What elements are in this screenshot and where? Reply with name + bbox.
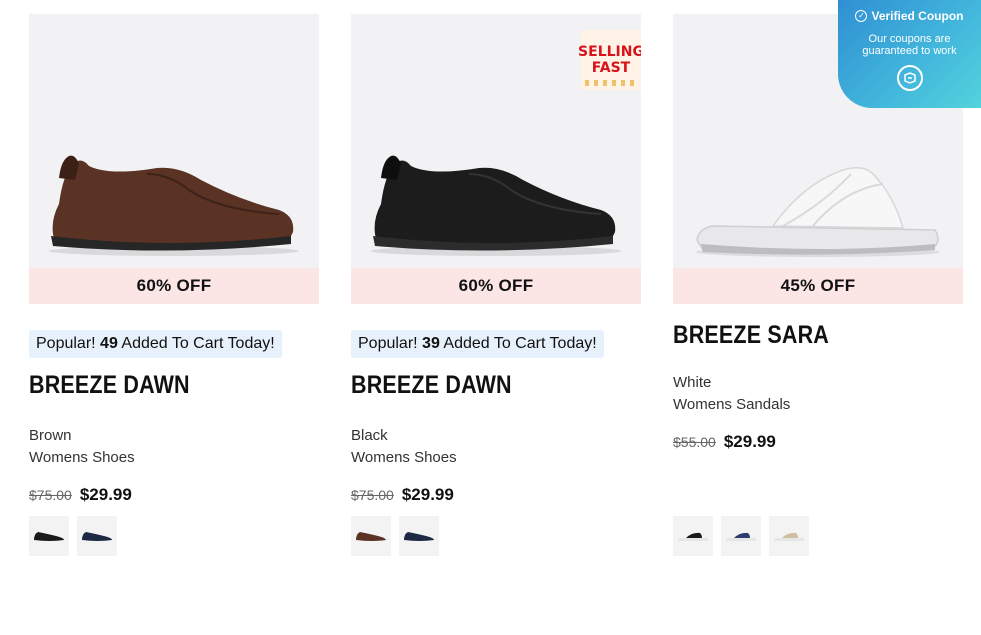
- popular-prefix: Popular!: [358, 335, 418, 352]
- product-card[interactable]: 60% OFF Popular! 49 Added To Cart Today!…: [29, 14, 319, 505]
- product-image[interactable]: 60% OFF: [29, 14, 319, 304]
- swatch-navy[interactable]: [77, 516, 117, 556]
- color-swatches: [673, 516, 809, 556]
- product-color: Brown: [29, 427, 72, 444]
- shoe-thumbnail-icon: [404, 532, 434, 541]
- shoe-thumbnail-icon: [356, 532, 386, 541]
- product-name[interactable]: BREEZE SARA: [673, 320, 922, 350]
- check-circle-icon: ✓: [855, 10, 868, 22]
- coupon-subtitle-line2: guaranteed to work: [862, 45, 957, 57]
- product-name[interactable]: BREEZE DAWN: [351, 370, 600, 400]
- badge-line2: FAST: [591, 60, 631, 76]
- popular-count: 39: [422, 335, 440, 352]
- price-row: $75.00 $29.99: [351, 485, 641, 505]
- price-row: $75.00 $29.99: [29, 485, 319, 505]
- coupon-logo-icon[interactable]: [896, 65, 923, 91]
- coupon-title-row: ✓ Verified Coupon: [838, 9, 981, 23]
- swatch-navy[interactable]: [399, 516, 439, 556]
- popular-badge: Popular! 49 Added To Cart Today!: [29, 330, 282, 358]
- slip-on-shoe-image: [49, 155, 299, 256]
- original-price: $55.00: [673, 434, 716, 450]
- price-row: $55.00 $29.99: [673, 432, 963, 452]
- sale-price: $29.99: [79, 485, 132, 504]
- product-category: Womens Shoes: [351, 449, 457, 466]
- sandal-thumbnail-icon: [678, 532, 708, 541]
- selling-fast-badge: SELLING FAST: [578, 30, 641, 90]
- product-category: Womens Shoes: [29, 449, 135, 466]
- product-image[interactable]: SELLING FAST 60% OFF: [351, 14, 641, 304]
- discount-banner: 45% OFF: [673, 268, 963, 304]
- product-color: White: [673, 374, 712, 391]
- popular-prefix: Popular!: [36, 335, 96, 352]
- popular-badge: Popular! 39 Added To Cart Today!: [351, 330, 604, 358]
- coupon-title: Verified Coupon: [871, 9, 964, 23]
- verified-coupon-widget[interactable]: ✓ Verified Coupon Our coupons are guaran…: [838, 0, 981, 108]
- swatch-black[interactable]: [673, 516, 713, 556]
- swatch-navy[interactable]: [721, 516, 761, 556]
- product-name[interactable]: BREEZE DAWN: [29, 370, 278, 400]
- product-color: Black: [351, 427, 388, 444]
- sandal-thumbnail-icon: [774, 532, 804, 541]
- popular-suffix: Added To Cart Today!: [121, 335, 275, 352]
- discount-banner: 60% OFF: [29, 268, 319, 304]
- sale-price: $29.99: [723, 432, 776, 451]
- swatch-brown[interactable]: [351, 516, 391, 556]
- discount-banner: 60% OFF: [351, 268, 641, 304]
- coupon-logo-shape: [903, 72, 916, 84]
- badge-line1: SELLING: [578, 44, 641, 60]
- popular-suffix: Added To Cart Today!: [443, 335, 597, 352]
- sandal-thumbnail-icon: [726, 532, 756, 541]
- coupon-subtitle-line1: Our coupons are: [868, 33, 951, 45]
- original-price: $75.00: [29, 487, 72, 503]
- swatch-sand[interactable]: [769, 516, 809, 556]
- shoe-thumbnail-icon: [34, 532, 64, 541]
- swatch-black[interactable]: [29, 516, 69, 556]
- product-card[interactable]: SELLING FAST 60% OFF Popular! 39 Added T…: [351, 14, 641, 505]
- product-category: Womens Sandals: [673, 396, 791, 413]
- color-swatches: [351, 516, 439, 556]
- original-price: $75.00: [351, 487, 394, 503]
- sale-price: $29.99: [401, 485, 454, 504]
- color-swatches: [29, 516, 117, 556]
- popular-count: 49: [100, 335, 118, 352]
- coupon-subtitle: Our coupons are guaranteed to work: [838, 33, 981, 57]
- confetti-decoration: [585, 80, 637, 86]
- shoe-thumbnail-icon: [82, 532, 112, 541]
